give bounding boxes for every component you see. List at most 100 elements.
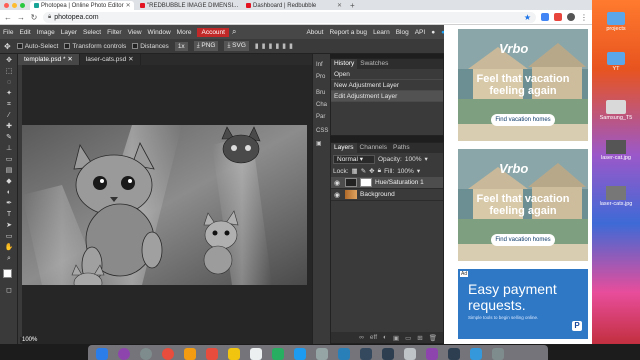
menu-edit[interactable]: Edit xyxy=(16,29,33,36)
close-doc-icon[interactable]: ✕ xyxy=(67,56,72,63)
url-field[interactable]: 🔒︎ photopea.com ★ xyxy=(43,11,536,23)
quick-mask-icon[interactable]: ◻ xyxy=(4,286,14,295)
new-layer-icon[interactable]: ⊞ xyxy=(417,334,422,342)
menu-view[interactable]: View xyxy=(125,29,145,36)
tab-history[interactable]: History xyxy=(331,59,358,69)
vscode-icon[interactable] xyxy=(338,348,350,360)
character-panel-tab[interactable]: Cha xyxy=(316,102,327,108)
menu-report-bug[interactable]: Report a bug xyxy=(326,29,370,36)
marquee-tool-icon[interactable]: ⬚ xyxy=(4,67,14,76)
chrome-icon[interactable] xyxy=(162,348,174,360)
transform-controls-checkbox[interactable]: Transform controls xyxy=(64,43,126,50)
close-window-icon[interactable] xyxy=(4,3,9,8)
chevron-down-icon[interactable]: ▾ xyxy=(424,155,427,163)
new-tab-button[interactable]: + xyxy=(350,1,355,10)
terminal-icon[interactable] xyxy=(360,348,372,360)
brush-tool-icon[interactable]: ✎ xyxy=(4,133,14,142)
eraser-tool-icon[interactable]: ▭ xyxy=(4,155,14,164)
crop-tool-icon[interactable]: ⌗ xyxy=(4,100,14,109)
layer-effects-icon[interactable]: eff xyxy=(370,334,377,341)
menu-file[interactable]: File xyxy=(0,29,16,36)
lock-position-icon[interactable]: ✥ xyxy=(369,167,374,175)
close-doc-icon[interactable]: ✕ xyxy=(128,56,133,63)
extension-icon[interactable] xyxy=(554,13,562,21)
document-image[interactable] xyxy=(22,125,307,285)
dodge-tool-icon[interactable]: ◐ xyxy=(4,188,14,197)
photos-icon[interactable] xyxy=(184,348,196,360)
browser-menu-icon[interactable]: ⋮ xyxy=(580,13,588,22)
path-select-tool-icon[interactable]: ➤ xyxy=(4,221,14,230)
desktop-item-laser-cats[interactable]: laser-cats.jpg xyxy=(594,186,638,207)
zoom-tool-icon[interactable]: ⌕ xyxy=(4,254,14,263)
zoom-select[interactable]: 1x xyxy=(174,41,188,51)
back-button[interactable]: ← xyxy=(4,13,12,22)
browser-tab-photopea[interactable]: Photopea | Online Photo Editor ✕ xyxy=(30,1,134,10)
adjustment-layer-icon[interactable]: ◐ xyxy=(383,334,387,341)
lock-paint-icon[interactable]: ✎ xyxy=(361,167,366,175)
desktop-item-yt[interactable]: YT xyxy=(594,52,638,72)
export-svg-button[interactable]: ⤓ SVG xyxy=(224,41,249,51)
browser-tab-redbubble-dimensions[interactable]: "REDBUBBLE IMAGE DIMENSI... ✕ xyxy=(136,1,240,10)
tab-layers[interactable]: Layers xyxy=(331,143,357,153)
vrbo-ad[interactable]: Vrbo Feel that vacation feeling again Fi… xyxy=(458,149,588,261)
blend-mode-select[interactable]: Normal ▾ xyxy=(333,154,375,164)
export-png-button[interactable]: ⤓ PNG xyxy=(193,41,219,51)
properties-panel-tab[interactable]: Pro xyxy=(316,74,325,80)
tab-swatches[interactable]: Swatches xyxy=(357,59,391,69)
photo-app-icon[interactable] xyxy=(426,348,438,360)
desktop-item-projects[interactable]: projects xyxy=(594,12,638,32)
trash-icon[interactable] xyxy=(492,348,504,360)
preview-icon[interactable] xyxy=(404,348,416,360)
forward-button[interactable]: → xyxy=(17,13,25,22)
pen-tool-icon[interactable]: ✒ xyxy=(4,199,14,208)
extension-icon[interactable] xyxy=(541,13,549,21)
delete-layer-icon[interactable]: 🗑︎ xyxy=(429,334,437,342)
tab-paths[interactable]: Paths xyxy=(390,143,413,153)
menu-window[interactable]: Window xyxy=(145,29,174,36)
eye-icon[interactable]: ◉ xyxy=(334,191,342,199)
lock-all-icon[interactable]: 🔒︎ xyxy=(378,167,381,175)
menu-select[interactable]: Select xyxy=(80,29,104,36)
search-icon[interactable]: ⌕ xyxy=(229,27,239,37)
new-group-icon[interactable]: ▭ xyxy=(405,334,411,342)
link-layers-icon[interactable]: ∞ xyxy=(359,334,364,341)
account-button[interactable]: Account xyxy=(197,27,229,37)
menu-image[interactable]: Image xyxy=(34,29,58,36)
find-vacation-homes-button[interactable]: Find vacation homes xyxy=(491,234,555,246)
type-tool-icon[interactable]: T xyxy=(4,210,14,219)
lasso-tool-icon[interactable]: ◌ xyxy=(4,78,14,87)
calendar-icon[interactable] xyxy=(206,348,218,360)
activity-monitor-icon[interactable] xyxy=(382,348,394,360)
chevron-down-icon[interactable]: ▾ xyxy=(417,167,420,175)
menu-api[interactable]: API xyxy=(412,29,428,36)
menu-filter[interactable]: Filter xyxy=(104,29,124,36)
menu-layer[interactable]: Layer xyxy=(58,29,80,36)
siri-icon[interactable] xyxy=(118,348,130,360)
layer-row-hue-saturation[interactable]: ◉ Hue/Saturation 1 xyxy=(331,177,443,189)
paragraph-panel-tab[interactable]: Par xyxy=(316,114,325,120)
hand-tool-icon[interactable]: ✋ xyxy=(4,243,14,252)
system-preferences-icon[interactable] xyxy=(316,348,328,360)
fill-value[interactable]: 100% xyxy=(397,168,414,175)
brush-panel-tab[interactable]: Bru xyxy=(316,90,325,96)
reload-button[interactable]: ↻ xyxy=(30,13,38,22)
auto-select-checkbox[interactable]: Auto-Select xyxy=(16,43,58,50)
css-panel-tab[interactable]: CSS xyxy=(316,128,328,134)
vrbo-ad[interactable]: Vrbo Feel that vacation feeling again Fi… xyxy=(458,29,588,141)
desktop-item-samsung[interactable]: Samsung_T5 xyxy=(594,100,638,121)
photos-app-icon[interactable] xyxy=(250,348,262,360)
shape-tool-icon[interactable]: ▭ xyxy=(4,232,14,241)
eyedropper-tool-icon[interactable]: ⁄ xyxy=(4,111,14,120)
doc-tab-laser-cats[interactable]: laser-cats.psd ✕ xyxy=(80,54,141,65)
lock-transparency-icon[interactable]: ▦ xyxy=(352,167,358,175)
healing-tool-icon[interactable]: ✚ xyxy=(4,122,14,131)
close-tab-icon[interactable]: ✕ xyxy=(337,2,342,9)
screenshot-icon[interactable] xyxy=(448,348,460,360)
messages-icon[interactable] xyxy=(272,348,284,360)
app-store-icon[interactable] xyxy=(294,348,306,360)
close-tab-icon[interactable]: ✕ xyxy=(126,2,131,9)
notes-icon[interactable] xyxy=(228,348,240,360)
eye-icon[interactable]: ◉ xyxy=(334,179,342,187)
browser-tab-redbubble-dashboard[interactable]: Dashboard | Redbubble ✕ xyxy=(242,1,346,10)
zoom-window-icon[interactable] xyxy=(20,3,25,8)
